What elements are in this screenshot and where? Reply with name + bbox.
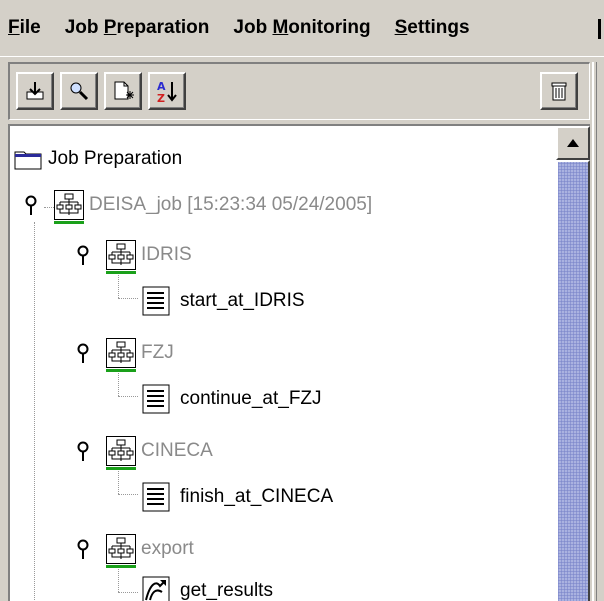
scroll-up-button[interactable] (556, 126, 590, 160)
menu-bar: File Job Preparation Job Monitoring Sett… (0, 0, 604, 57)
arrow-up-icon (567, 139, 579, 147)
tree-node-site-label: IDRIS (141, 244, 192, 265)
tree-leaf-task-label: start_at_IDRIS (180, 290, 305, 311)
delete-button[interactable] (540, 72, 578, 110)
expand-knob-icon (77, 539, 89, 559)
tree-line (118, 592, 138, 593)
svg-text:Z: Z (157, 92, 165, 103)
expand-knob-icon (25, 195, 37, 215)
tree-node-site-label: CINECA (141, 440, 213, 461)
tree-leaf-task[interactable]: finish_at_CINECA (142, 480, 333, 514)
sort-az-icon: A Z (157, 80, 177, 103)
tree-leaf-task[interactable]: get_results (142, 574, 273, 601)
tree-line (118, 298, 138, 299)
menu-settings[interactable]: Settings (389, 17, 470, 39)
tree-leaf-task-label: continue_at_FZJ (180, 388, 322, 409)
job-tree-panel: Job Preparation DEISA_job [15:23:34 05/2… (8, 124, 590, 601)
site-graph-icon (106, 436, 136, 470)
tree-node-site[interactable]: export (74, 532, 194, 568)
tree-node-site[interactable]: IDRIS (74, 238, 192, 274)
sort-button[interactable]: A Z (148, 72, 186, 110)
tree-node-site[interactable]: CINECA (74, 434, 213, 470)
window-edge (592, 62, 594, 601)
transfer-task-icon (142, 576, 170, 601)
export-icon (26, 82, 44, 100)
tree-root[interactable]: Job Preparation (14, 142, 182, 176)
tree-leaf-task[interactable]: start_at_IDRIS (142, 284, 305, 318)
svg-text:A: A (157, 80, 166, 93)
export-button[interactable] (16, 72, 54, 110)
site-graph-icon (106, 338, 136, 372)
site-graph-icon (106, 534, 136, 568)
tree-node-job-label: DEISA_job [15:23:34 05/24/2005] (89, 194, 373, 215)
toolbar: A Z (8, 62, 590, 120)
expand-knob-icon (77, 441, 89, 461)
new-document-icon (114, 81, 134, 100)
menu-job-preparation[interactable]: Job Preparation (59, 17, 210, 39)
expand-knob-icon (77, 343, 89, 363)
new-document-button[interactable] (104, 72, 142, 110)
scroll-thumb[interactable] (556, 160, 590, 601)
tree-leaf-task-label: finish_at_CINECA (180, 486, 334, 507)
menu-job-monitoring[interactable]: Job Monitoring (227, 17, 370, 39)
tree-node-site[interactable]: FZJ (74, 336, 174, 372)
script-document-icon (142, 482, 170, 512)
tree-leaf-task-label: get_results (180, 580, 273, 601)
trash-icon (551, 82, 567, 101)
search-button[interactable] (60, 72, 98, 110)
tree-node-site-label: export (141, 538, 194, 559)
tree-line (118, 396, 138, 397)
job-graph-icon (54, 190, 84, 224)
script-document-icon (142, 286, 170, 316)
script-document-icon (142, 384, 170, 414)
search-icon (70, 82, 89, 101)
window-edge (596, 62, 597, 601)
site-graph-icon (106, 240, 136, 274)
tree-root-label: Job Preparation (48, 148, 183, 169)
menu-overflow-item[interactable] (598, 19, 601, 39)
tree-line (34, 222, 35, 601)
expand-knob-icon (77, 245, 89, 265)
tree-node-job[interactable]: DEISA_job [15:23:34 05/24/2005] (22, 188, 373, 224)
tree-line (118, 494, 138, 495)
tree-node-site-label: FZJ (141, 342, 174, 363)
tree-leaf-task[interactable]: continue_at_FZJ (142, 382, 322, 416)
folder-icon (14, 151, 42, 170)
menu-file[interactable]: File (2, 17, 41, 39)
